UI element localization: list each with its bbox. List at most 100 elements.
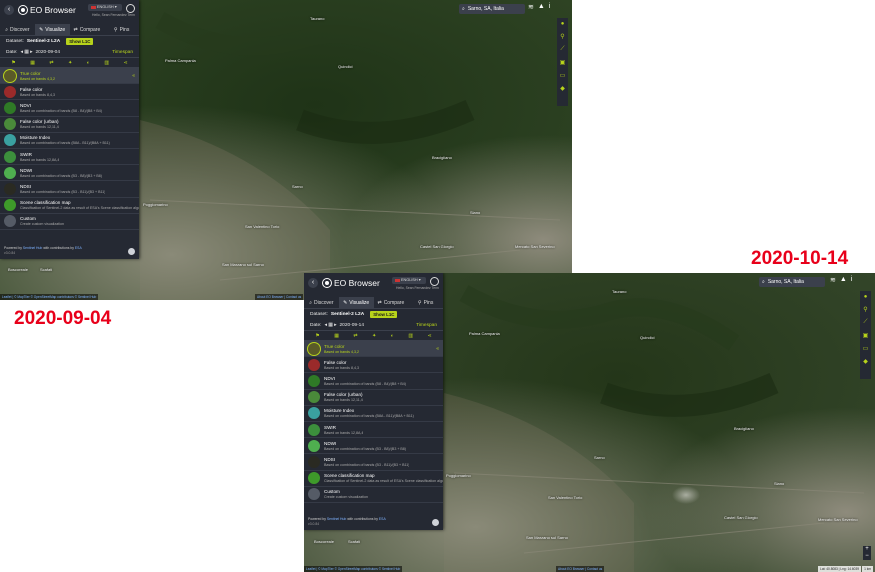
date-prev-icon[interactable]: ◂ ▦ ▸ <box>324 323 336 328</box>
footer-text: Powered by <box>308 517 326 521</box>
measure-icon[interactable]: ⟋ <box>863 319 867 326</box>
info-icon[interactable]: i <box>851 276 853 284</box>
layer-item[interactable]: False color (urban) Based on bands 12,11,… <box>304 390 443 406</box>
layer-item[interactable]: SWIR Based on bands 12,8A,4 <box>304 422 443 439</box>
search-icon: ⌕ <box>462 6 465 12</box>
cube-icon[interactable]: ◆ <box>863 358 868 365</box>
tab-compare[interactable]: ⇄ Compare <box>374 297 409 308</box>
share-icon[interactable]: ⋖ <box>124 60 128 66</box>
tab-visualize[interactable]: ✎ Visualize <box>34 24 70 35</box>
logout-icon[interactable] <box>430 277 439 286</box>
layer-item[interactable]: Moisture Index Based on combination of ba… <box>304 406 443 422</box>
layers-icon[interactable]: ≋ <box>830 276 836 284</box>
zoom-in-button[interactable]: + <box>863 546 871 553</box>
chevron-icon[interactable]: « <box>436 346 439 352</box>
layer-item[interactable]: NDWI Based on combination of bands (B3 - … <box>304 438 443 455</box>
settings-icon[interactable]: ✦ <box>68 60 72 66</box>
layer-item[interactable]: Scene classification map Classification o… <box>0 198 139 214</box>
esa-link[interactable]: ESA <box>379 517 386 521</box>
layer-item[interactable]: NDVI Based on combination of bands (B8 - … <box>0 100 139 117</box>
timespan-toggle[interactable]: Timespan <box>416 323 437 328</box>
aoi-icon[interactable]: ▣ <box>863 332 869 339</box>
show-l1c-button[interactable]: Show L1C <box>66 38 94 45</box>
effects-icon[interactable]: ◐ <box>87 60 90 66</box>
layer-item[interactable]: NDWI Based on combination of bands (B3 - … <box>0 165 139 182</box>
layer-item[interactable]: False color Based on bands 8,4,3 <box>0 84 139 101</box>
tab-pins[interactable]: ⚲ Pins <box>104 24 139 35</box>
sentinel-hub-link[interactable]: Sentinel Hub <box>23 246 42 250</box>
layer-item[interactable]: Custom Create custom visualization <box>0 214 139 230</box>
tab-visualize[interactable]: ✎ Visualize <box>338 297 374 308</box>
tab-pins[interactable]: ⚲ Pins <box>408 297 443 308</box>
image-icon[interactable]: ▭ <box>863 345 869 352</box>
tab-discover[interactable]: ⌕ Discover <box>0 24 35 35</box>
layer-item[interactable]: Moisture Index Based on combination of ba… <box>0 133 139 149</box>
date-value[interactable]: 2020-09-04 <box>35 50 60 55</box>
education-icon[interactable]: ▲ <box>840 276 847 284</box>
zoom-out-button[interactable]: − <box>863 553 871 560</box>
app-logo: EO Browser <box>322 277 380 289</box>
map-attribution[interactable]: Leaflet | © MapTiler © OpenStreetMap con… <box>304 566 403 572</box>
info-icon[interactable]: i <box>549 3 551 11</box>
sun-icon[interactable]: ● <box>864 294 868 300</box>
analytics-icon[interactable]: ▥ <box>104 60 109 66</box>
calendar-icon[interactable]: ▦ <box>334 333 339 339</box>
github-icon[interactable] <box>432 519 439 526</box>
esa-link[interactable]: ESA <box>75 246 82 250</box>
about-links[interactable]: About EO Browser | Contact us <box>255 294 304 300</box>
about-links[interactable]: About EO Browser | Contact us <box>556 566 605 572</box>
collapse-button[interactable]: ‹ <box>4 5 14 15</box>
layer-item[interactable]: False color Based on bands 8,4,3 <box>304 357 443 374</box>
date-value[interactable]: 2020-09-14 <box>339 323 364 328</box>
town-label: Quindici <box>338 64 353 69</box>
layer-title: Moisture Index <box>324 408 355 414</box>
map-attribution[interactable]: Leaflet | © MapTiler © OpenStreetMap con… <box>0 294 99 300</box>
layer-item[interactable]: NDVI Based on combination of bands (B8 - … <box>304 373 443 390</box>
language-select[interactable]: ENGLISH ▾ <box>88 4 122 11</box>
calendar-icon[interactable]: ▦ <box>30 60 35 66</box>
aoi-icon[interactable]: ▣ <box>560 59 566 66</box>
logout-icon[interactable] <box>126 4 135 13</box>
tab-compare[interactable]: ⇄ Compare <box>70 24 105 35</box>
collapse-button[interactable]: ‹ <box>308 278 318 288</box>
image-icon[interactable]: ▭ <box>560 72 566 79</box>
layer-item[interactable]: Custom Create custom visualization <box>304 487 443 503</box>
sun-icon[interactable]: ● <box>561 21 565 27</box>
tab-label: Pins <box>119 26 130 33</box>
layer-desc: Based on combination of bands (B8A - B11… <box>20 141 110 146</box>
analytics-icon[interactable]: ▥ <box>408 333 413 339</box>
pin-add-icon[interactable]: ⚑ <box>315 333 319 339</box>
effects-icon[interactable]: ◐ <box>391 333 394 339</box>
layer-item[interactable]: NDSI Based on combination of bands (B3 - … <box>304 454 443 471</box>
education-icon[interactable]: ▲ <box>538 3 545 11</box>
settings-icon[interactable]: ✦ <box>372 333 376 339</box>
measure-icon[interactable]: ⟋ <box>560 46 564 53</box>
layer-item[interactable]: False color (urban) Based on bands 12,11,… <box>0 117 139 133</box>
layer-item[interactable]: Scene classification map Classification o… <box>304 471 443 487</box>
layer-item[interactable]: True color Based on bands 4,3,2 « <box>304 341 443 358</box>
town-label: Poggiomarino <box>446 473 471 478</box>
layer-item[interactable]: True color Based on bands 4,3,2 « <box>0 68 139 85</box>
sentinel-hub-link[interactable]: Sentinel Hub <box>327 517 346 521</box>
location-search[interactable]: ⌕ Sarno, SA, Italia <box>459 4 525 14</box>
layer-desc: Based on bands 12,8A,4 <box>324 430 364 435</box>
github-icon[interactable] <box>128 248 135 255</box>
compare-add-icon[interactable]: ⇄ <box>49 60 53 66</box>
pin-add-icon[interactable]: ⚑ <box>11 60 15 66</box>
compare-add-icon[interactable]: ⇄ <box>353 333 357 339</box>
language-select[interactable]: ENGLISH ▾ <box>392 277 426 284</box>
date-prev-icon[interactable]: ◂ ▦ ▸ <box>20 50 32 55</box>
layer-item[interactable]: SWIR Based on bands 12,8A,4 <box>0 149 139 166</box>
show-l1c-button[interactable]: Show L1C <box>370 311 398 318</box>
layer-desc: Based on bands 12,8A,4 <box>20 157 60 162</box>
layers-icon[interactable]: ≋ <box>528 3 534 11</box>
location-search[interactable]: ⌕ Sarno, SA, Italia <box>759 277 825 287</box>
tab-discover[interactable]: ⌕ Discover <box>304 297 339 308</box>
pin-icon[interactable]: ⚲ <box>863 306 867 313</box>
layer-item[interactable]: NDSI Based on combination of bands (B3 - … <box>0 181 139 198</box>
timespan-toggle[interactable]: Timespan <box>112 50 133 55</box>
chevron-icon[interactable]: « <box>132 73 135 79</box>
pin-icon[interactable]: ⚲ <box>560 33 564 40</box>
share-icon[interactable]: ⋖ <box>428 333 432 339</box>
cube-icon[interactable]: ◆ <box>560 85 565 92</box>
